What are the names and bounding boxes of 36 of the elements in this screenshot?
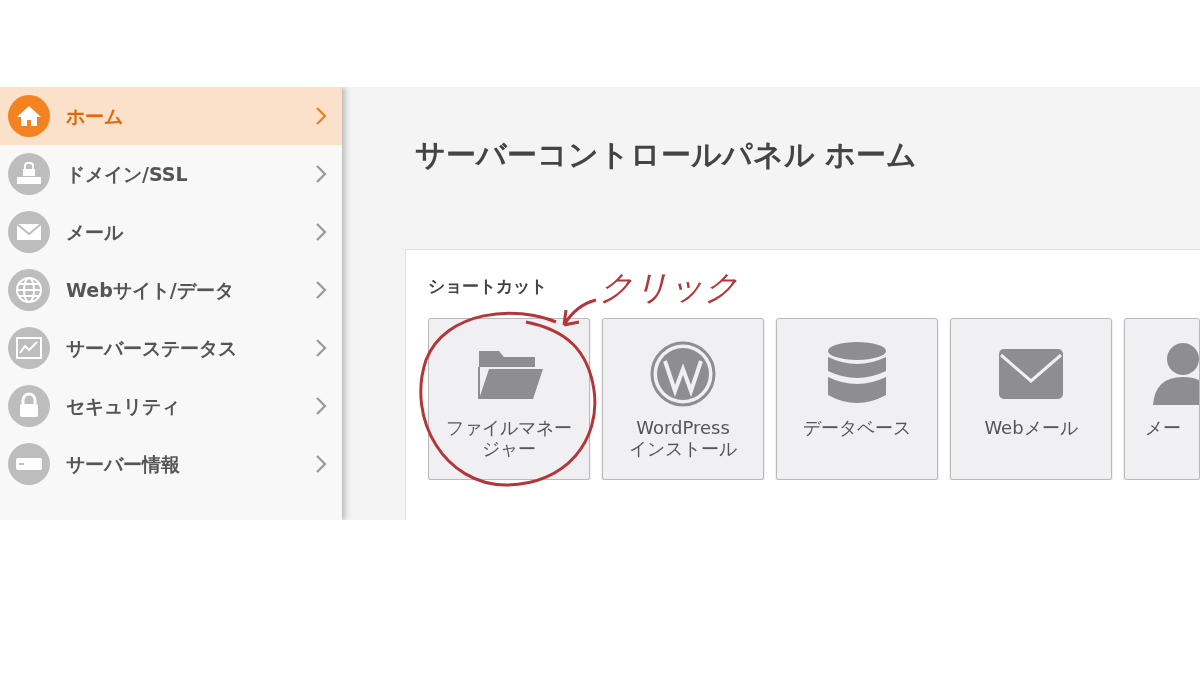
chevron-right-icon — [314, 222, 328, 242]
chevron-right-icon — [314, 338, 328, 358]
sidebar-label: サーバーステータス — [66, 335, 237, 361]
padlock-icon — [8, 385, 50, 427]
chevron-right-icon — [314, 280, 328, 300]
handwritten-note: クリック — [599, 266, 739, 309]
shortcut-tile[interactable]: WordPress インストール — [602, 317, 764, 480]
chevron-right-icon — [314, 164, 328, 184]
chart-icon — [8, 327, 50, 369]
sidebar-label: メール — [66, 219, 123, 245]
home-icon — [8, 95, 50, 137]
server-icon — [8, 443, 50, 485]
padlock-keyboard-icon — [8, 153, 50, 195]
sidebar-item[interactable]: サーバー情報 — [0, 435, 342, 493]
shortcut-tile[interactable]: メー — [1124, 317, 1200, 480]
chevron-right-icon — [314, 454, 328, 474]
sidebar-item[interactable]: サーバーステータス — [0, 319, 342, 377]
globe-icon — [8, 269, 50, 311]
envelope-icon — [8, 211, 50, 253]
chevron-right-icon — [314, 106, 328, 126]
shortcut-tile[interactable]: Webメール — [950, 317, 1112, 480]
sidebar-label: サーバー情報 — [66, 451, 180, 477]
chevron-right-icon — [314, 396, 328, 416]
sidebar-item[interactable]: Webサイト/データ — [0, 261, 342, 319]
sidebar-item[interactable]: ドメイン/SSL — [0, 145, 342, 203]
shortcut-tile[interactable]: データベース — [776, 317, 938, 480]
sidebar-label: ドメイン/SSL — [66, 161, 188, 187]
sidebar-item[interactable]: メール — [0, 203, 342, 261]
sidebar-label: Webサイト/データ — [66, 277, 234, 303]
section-heading: ショートカット — [428, 275, 547, 298]
page-title: サーバーコントロールパネル ホーム — [415, 136, 919, 174]
handwritten-arrow — [562, 298, 598, 327]
sidebar-item[interactable]: セキュリティ — [0, 377, 342, 435]
sidebar-label: セキュリティ — [66, 393, 180, 419]
sidebar-label: ホーム — [66, 103, 123, 129]
shortcut-tile[interactable]: ファイルマネー ジャー — [428, 317, 590, 480]
